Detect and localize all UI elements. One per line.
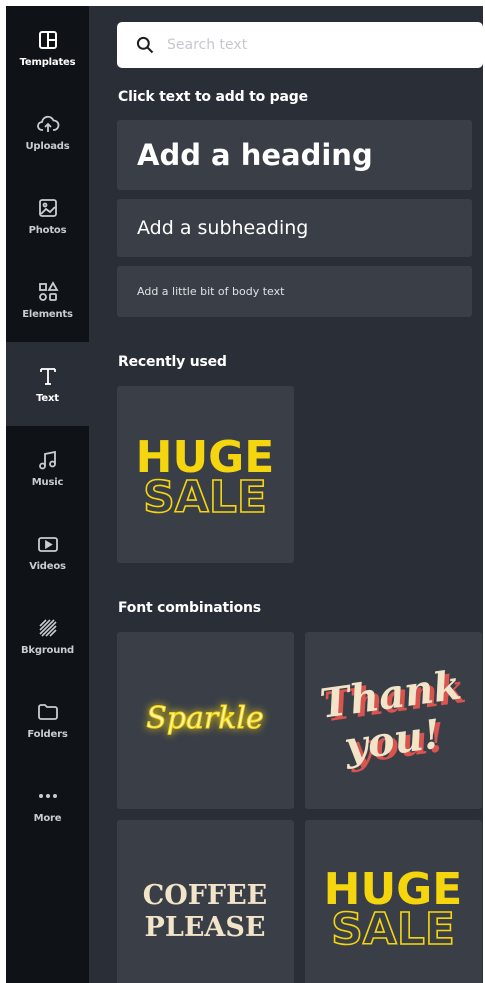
template-text-line1: COFFEE [143, 880, 268, 911]
more-dots-icon [38, 794, 57, 798]
sidebar-item-label: Uploads [25, 141, 70, 152]
video-play-icon [37, 537, 58, 552]
sidebar-item-label: Bkground [20, 645, 75, 656]
sidebar-item-folders[interactable]: Folders [6, 678, 89, 762]
font-combo-coffee-please[interactable]: COFFEE PLEASE [117, 820, 294, 983]
sidebar-item-label: Videos [29, 561, 66, 572]
sidebar-item-uploads[interactable]: Uploads [6, 90, 89, 174]
font-combo-thank-you[interactable]: Thank Thank you! you! [305, 632, 482, 809]
folder-icon [37, 704, 58, 720]
add-body-text-button[interactable]: Add a little bit of body text [117, 266, 472, 317]
sidebar-item-background[interactable]: Bkground [6, 594, 89, 678]
editor-frame: Templates Uploads Photos Elements Text M… [6, 6, 483, 983]
sidebar-item-photos[interactable]: Photos [6, 174, 89, 258]
sidebar-item-label: Photos [28, 225, 67, 236]
sidebar-item-label: Templates [19, 57, 76, 68]
recently-used-section-title: Recently used [118, 354, 227, 370]
sidebar-item-elements[interactable]: Elements [6, 258, 89, 342]
huge-sale-preview-2: HUGE SALE [324, 864, 463, 956]
sidebar-item-music[interactable]: Music [6, 426, 89, 510]
cloud-upload-icon [36, 115, 59, 132]
sidebar-item-text[interactable]: Text [6, 342, 89, 426]
pattern-icon [38, 619, 57, 637]
coffee-please-preview: COFFEE PLEASE [143, 880, 268, 943]
sidebar-item-more[interactable]: More [6, 762, 89, 846]
search-box[interactable] [117, 22, 483, 68]
sidebar-item-label: Folders [27, 729, 68, 740]
template-text: Sparkle [146, 701, 264, 736]
photo-icon [38, 199, 57, 217]
text-icon [39, 368, 56, 385]
search-input[interactable] [167, 22, 467, 68]
sidebar-item-label: More [33, 813, 62, 824]
thank-you-preview: Thank Thank you! you! [317, 662, 468, 774]
templates-icon [38, 31, 57, 49]
sidebar: Templates Uploads Photos Elements Text M… [6, 6, 89, 983]
text-panel: Click text to add to page Add a heading … [89, 6, 483, 983]
add-subheading-button[interactable]: Add a subheading [117, 199, 472, 257]
template-text-line2: SALE [331, 904, 455, 955]
sidebar-item-videos[interactable]: Videos [6, 510, 89, 594]
template-text-line2: PLEASE [145, 912, 266, 943]
shapes-icon [38, 281, 59, 301]
sidebar-item-label: Text [36, 393, 59, 404]
font-combinations-section-title: Font combinations [118, 600, 261, 616]
sidebar-item-label: Music [31, 477, 64, 488]
music-note-icon [38, 450, 56, 470]
template-text-line2: SALE [143, 472, 267, 523]
huge-sale-preview: HUGE SALE [136, 432, 275, 524]
add-heading-button[interactable]: Add a heading [117, 120, 472, 190]
sidebar-item-templates[interactable]: Templates [6, 6, 89, 90]
sidebar-item-label: Elements [22, 309, 73, 320]
recent-template-huge-sale[interactable]: HUGE SALE [117, 386, 294, 563]
sparkle-preview: Sparkle [146, 701, 265, 737]
search-icon [136, 36, 154, 54]
font-combo-sparkle[interactable]: Sparkle [117, 632, 294, 809]
font-combo-huge-sale[interactable]: HUGE SALE [305, 820, 482, 983]
add-text-section-title: Click text to add to page [118, 89, 308, 105]
